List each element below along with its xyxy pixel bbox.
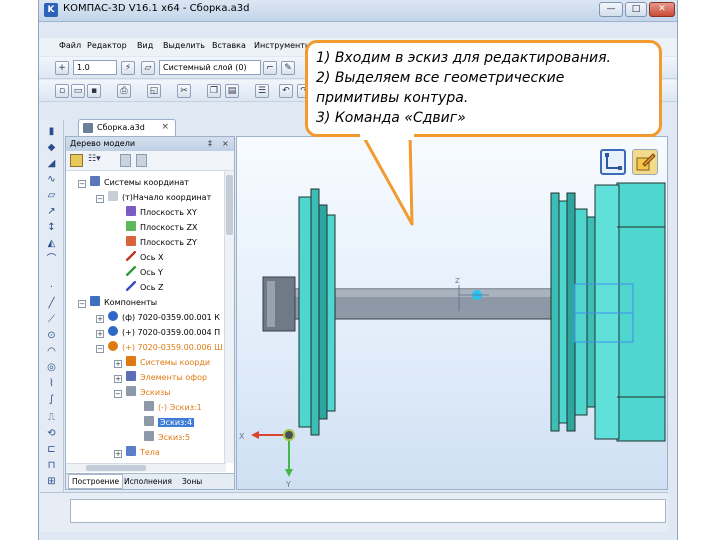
callout-line-4: 3) Команда «Сдвиг» (316, 110, 466, 126)
callout-tail-join (360, 128, 414, 140)
callout-line-3: примитивы контура. (316, 90, 469, 106)
callout-box: 1) Входим в эскиз для редактирования. 2)… (305, 40, 662, 137)
callout-tail (360, 132, 414, 226)
callout-line-1: 1) Входим в эскиз для редактирования. (316, 50, 611, 66)
screen: K КОМПАС-3D V16.1 x64 - Сборка.a3d — □ ✕… (0, 0, 720, 540)
callout-line-2: 2) Выделяем все геометрические (316, 70, 565, 86)
